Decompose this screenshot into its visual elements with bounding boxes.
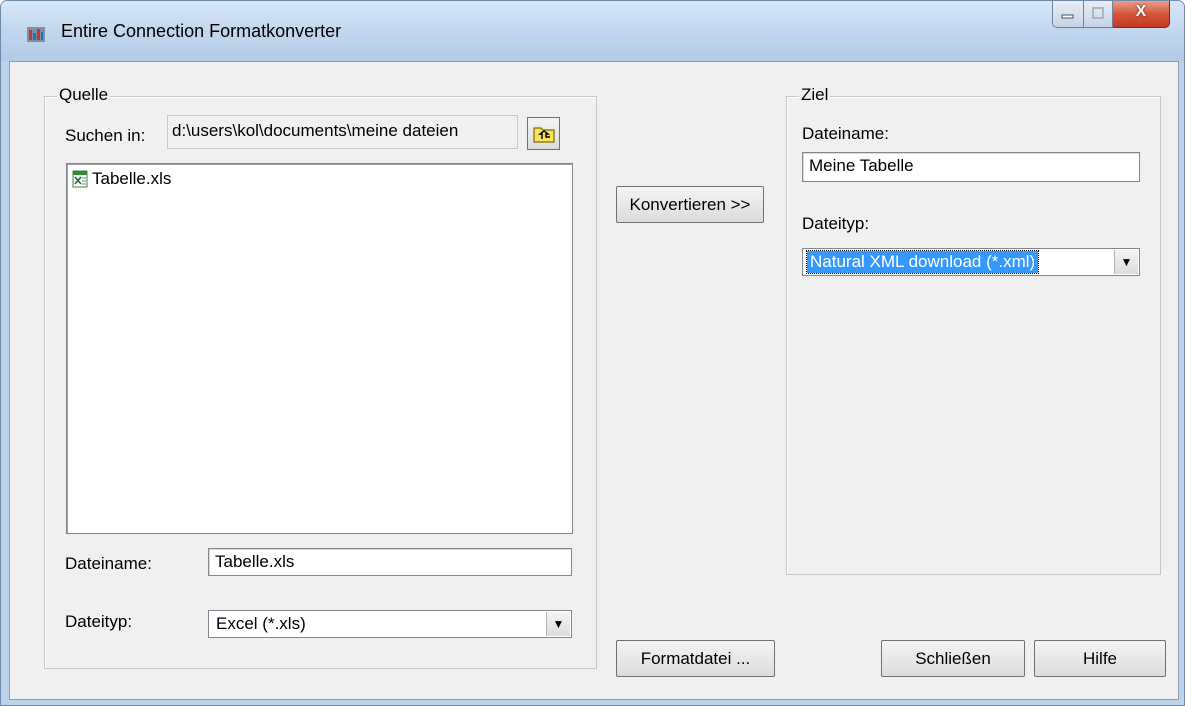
search-in-path: d:\users\kol\documents\meine dateien [167,115,518,149]
target-group-label: Ziel [799,85,831,105]
up-folder-button[interactable] [527,117,560,150]
close-button[interactable]: Schließen [881,640,1025,677]
excel-file-icon [72,170,88,188]
convert-button[interactable]: Konvertieren >> [616,186,764,223]
maximize-icon [1092,7,1104,19]
source-filetype-value: Excel (*.xls) [216,614,306,633]
close-window-button[interactable]: X [1113,1,1170,28]
app-icon [27,27,45,42]
source-filetype-label: Dateityp: [65,612,133,631]
target-filetype-value: Natural XML download (*.xml) [805,250,1040,274]
target-filetype-select[interactable]: Natural XML download (*.xml) ▼ [802,248,1140,276]
folder-up-icon [532,126,555,143]
list-item[interactable]: Tabelle.xls [71,168,171,190]
list-item-label: Tabelle.xls [92,169,172,188]
dialog-client-area: Quelle Suchen in: d:\users\kol\documents… [9,61,1179,700]
source-filetype-select[interactable]: Excel (*.xls) ▼ [208,610,572,638]
target-filetype-label: Dateityp: [802,214,870,233]
format-file-button[interactable]: Formatdatei ... [616,640,775,677]
close-icon: X [1135,3,1147,20]
title-bar[interactable]: Entire Connection Formatkonverter X [1,1,1184,61]
source-file-list[interactable]: Tabelle.xls [66,163,573,534]
search-in-label: Suchen in: [65,126,146,145]
minimize-button[interactable] [1052,1,1084,28]
help-button[interactable]: Hilfe [1034,640,1166,677]
minimize-icon [1061,14,1074,19]
window-title: Entire Connection Formatkonverter [61,21,342,41]
target-filename-label: Dateiname: [802,124,889,143]
source-group-label: Quelle [57,85,111,105]
maximize-button[interactable] [1084,1,1113,28]
chevron-down-icon[interactable]: ▼ [546,612,570,636]
source-filename-label: Dateiname: [65,554,152,573]
dialog-window: Entire Connection Formatkonverter X Quel… [0,0,1185,706]
target-filename-field[interactable]: Meine Tabelle [802,152,1140,182]
source-filename-field[interactable]: Tabelle.xls [208,548,572,576]
chevron-down-icon[interactable]: ▼ [1114,250,1138,274]
